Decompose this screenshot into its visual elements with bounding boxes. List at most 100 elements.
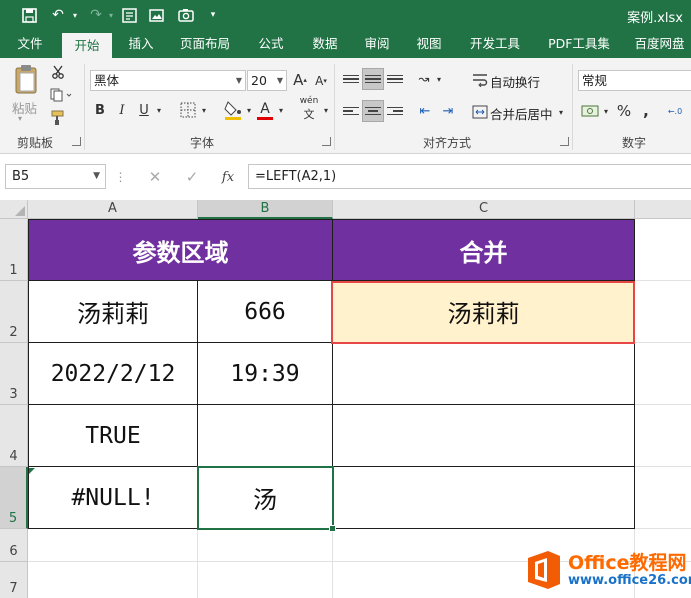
cancel-icon[interactable]: ✕	[144, 167, 166, 187]
name-box[interactable]: B5 ▼	[5, 164, 106, 189]
cell-a4[interactable]: TRUE	[28, 405, 198, 467]
customize-quick-access-icon[interactable]: ▾	[206, 5, 220, 25]
cell-b2[interactable]: 666	[198, 281, 333, 343]
increase-decimal-icon[interactable]: ←.0	[662, 100, 688, 122]
align-right-icon[interactable]	[384, 100, 406, 122]
tab-home[interactable]: 开始	[62, 33, 112, 58]
enter-icon[interactable]: ✓	[181, 167, 203, 187]
tab-page-layout[interactable]: 页面布局	[172, 30, 238, 58]
undo-icon[interactable]: ↶	[48, 5, 68, 25]
increase-indent-icon[interactable]: ⇥	[437, 100, 459, 122]
accounting-format-icon[interactable]	[580, 100, 600, 122]
number-format-select[interactable]: 常规	[578, 70, 691, 91]
save-icon[interactable]	[19, 5, 39, 25]
cell-c3[interactable]	[333, 343, 635, 405]
tab-data[interactable]: 数据	[302, 30, 348, 58]
format-painter-icon[interactable]	[48, 108, 68, 128]
increase-font-size-icon[interactable]: A ▴	[292, 71, 308, 89]
align-top-icon[interactable]	[340, 68, 362, 90]
borders-icon[interactable]	[178, 100, 198, 120]
alignment-launcher-icon[interactable]	[560, 137, 569, 146]
font-name-select[interactable]: 黑体 ▼	[90, 70, 246, 91]
column-header-c[interactable]: C	[333, 200, 635, 219]
group-separator	[334, 64, 335, 150]
paste-button[interactable]	[10, 62, 42, 96]
merge-center-button[interactable]: 合并后居中	[490, 104, 553, 123]
tab-pdf-tools[interactable]: PDF工具集	[540, 30, 618, 58]
ribbon-home: 粘贴 ▾ 剪贴板 黑体 ▼ 20 ▼ A ▴ A ▾ B I U ▾ ▾ ▾ A ▾…	[0, 58, 691, 154]
fill-color-icon[interactable]	[222, 98, 244, 122]
row-header-7[interactable]: 7	[0, 562, 28, 598]
column-header-d[interactable]	[635, 200, 691, 219]
borders-dropdown-icon[interactable]: ▾	[199, 100, 209, 120]
align-middle-icon[interactable]	[362, 68, 384, 90]
wrap-text-icon[interactable]	[470, 70, 490, 90]
merge-dropdown-icon[interactable]: ▾	[556, 102, 566, 122]
row-header-2[interactable]: 2	[0, 281, 28, 343]
orientation-icon[interactable]: ↝	[414, 68, 434, 90]
font-color-icon[interactable]: A	[256, 98, 274, 122]
font-size-select[interactable]: 20 ▼	[247, 70, 287, 91]
row-header-1[interactable]: 1	[0, 219, 28, 281]
copy-icon[interactable]	[48, 85, 74, 105]
decrease-font-size-icon[interactable]: A ▾	[313, 73, 329, 89]
italic-button[interactable]: I	[114, 100, 130, 120]
paste-dropdown-icon[interactable]: ▾	[18, 114, 22, 123]
cut-icon[interactable]	[48, 62, 68, 82]
decrease-indent-icon[interactable]: ⇤	[414, 100, 436, 122]
accounting-dropdown-icon[interactable]: ▾	[601, 100, 611, 122]
clipboard-launcher-icon[interactable]	[72, 137, 81, 146]
tab-baidu-netdisk[interactable]: 百度网盘	[628, 30, 691, 58]
tab-file[interactable]: 文件	[6, 30, 54, 58]
merge-center-icon[interactable]	[470, 102, 490, 122]
form-icon[interactable]	[119, 5, 139, 25]
row-number: 2	[9, 325, 18, 340]
phonetic-guide-icon[interactable]: wén 文	[298, 96, 320, 122]
align-bottom-icon[interactable]	[384, 68, 406, 90]
paste-label: 粘贴	[12, 101, 38, 116]
row-header-5[interactable]: 5	[0, 467, 28, 529]
row-header-3[interactable]: 3	[0, 343, 28, 405]
font-launcher-icon[interactable]	[322, 137, 331, 146]
orientation-dropdown-icon[interactable]: ▾	[434, 68, 444, 90]
underline-dropdown-icon[interactable]: ▾	[154, 100, 164, 120]
row-header-4[interactable]: 4	[0, 405, 28, 467]
cell-a1[interactable]: 参数区域	[28, 219, 333, 281]
tab-review[interactable]: 审阅	[354, 30, 400, 58]
underline-button[interactable]: U	[136, 100, 152, 120]
redo-dropdown-icon[interactable]: ▾	[106, 5, 116, 25]
tab-formulas[interactable]: 公式	[248, 30, 294, 58]
bold-button[interactable]: B	[92, 100, 108, 120]
wrap-text-button[interactable]: 自动换行	[490, 72, 540, 91]
cell-a3[interactable]: 2022/2/12	[28, 343, 198, 405]
cell-c5[interactable]	[333, 467, 635, 529]
font-color-dropdown-icon[interactable]: ▾	[276, 100, 286, 120]
cell-c1[interactable]: 合并	[333, 219, 635, 281]
error-indicator[interactable]	[29, 468, 35, 474]
tab-view[interactable]: 视图	[406, 30, 452, 58]
select-all-button[interactable]	[0, 200, 28, 219]
cell-c4[interactable]	[333, 405, 635, 467]
tab-developer[interactable]: 开发工具	[462, 30, 528, 58]
align-left-icon[interactable]	[340, 100, 362, 122]
column-header-b[interactable]: B	[198, 200, 333, 219]
cell-b3[interactable]: 19:39	[198, 343, 333, 405]
comma-style-icon[interactable]: ,	[638, 100, 654, 122]
formula-bar-grip-icon[interactable]: ⋮	[115, 168, 127, 186]
photo-icon[interactable]	[146, 5, 166, 25]
insert-function-button[interactable]: fx	[216, 167, 240, 187]
undo-dropdown-icon[interactable]: ▾	[70, 5, 80, 25]
percent-style-icon[interactable]: %	[614, 100, 634, 122]
align-center-icon[interactable]	[362, 100, 384, 122]
cell-a5[interactable]: #NULL!	[28, 467, 198, 529]
cell-b4[interactable]	[198, 405, 333, 467]
row-header-6[interactable]: 6	[0, 529, 28, 562]
formula-input[interactable]: =LEFT(A2,1)	[248, 164, 691, 189]
redo-icon[interactable]: ↷	[86, 5, 106, 25]
column-header-a[interactable]: A	[28, 200, 198, 219]
fill-color-dropdown-icon[interactable]: ▾	[244, 100, 254, 120]
phonetic-dropdown-icon[interactable]: ▾	[321, 100, 331, 120]
tab-insert[interactable]: 插入	[118, 30, 164, 58]
camera-icon[interactable]	[176, 5, 196, 25]
cell-a2[interactable]: 汤莉莉	[28, 281, 198, 343]
